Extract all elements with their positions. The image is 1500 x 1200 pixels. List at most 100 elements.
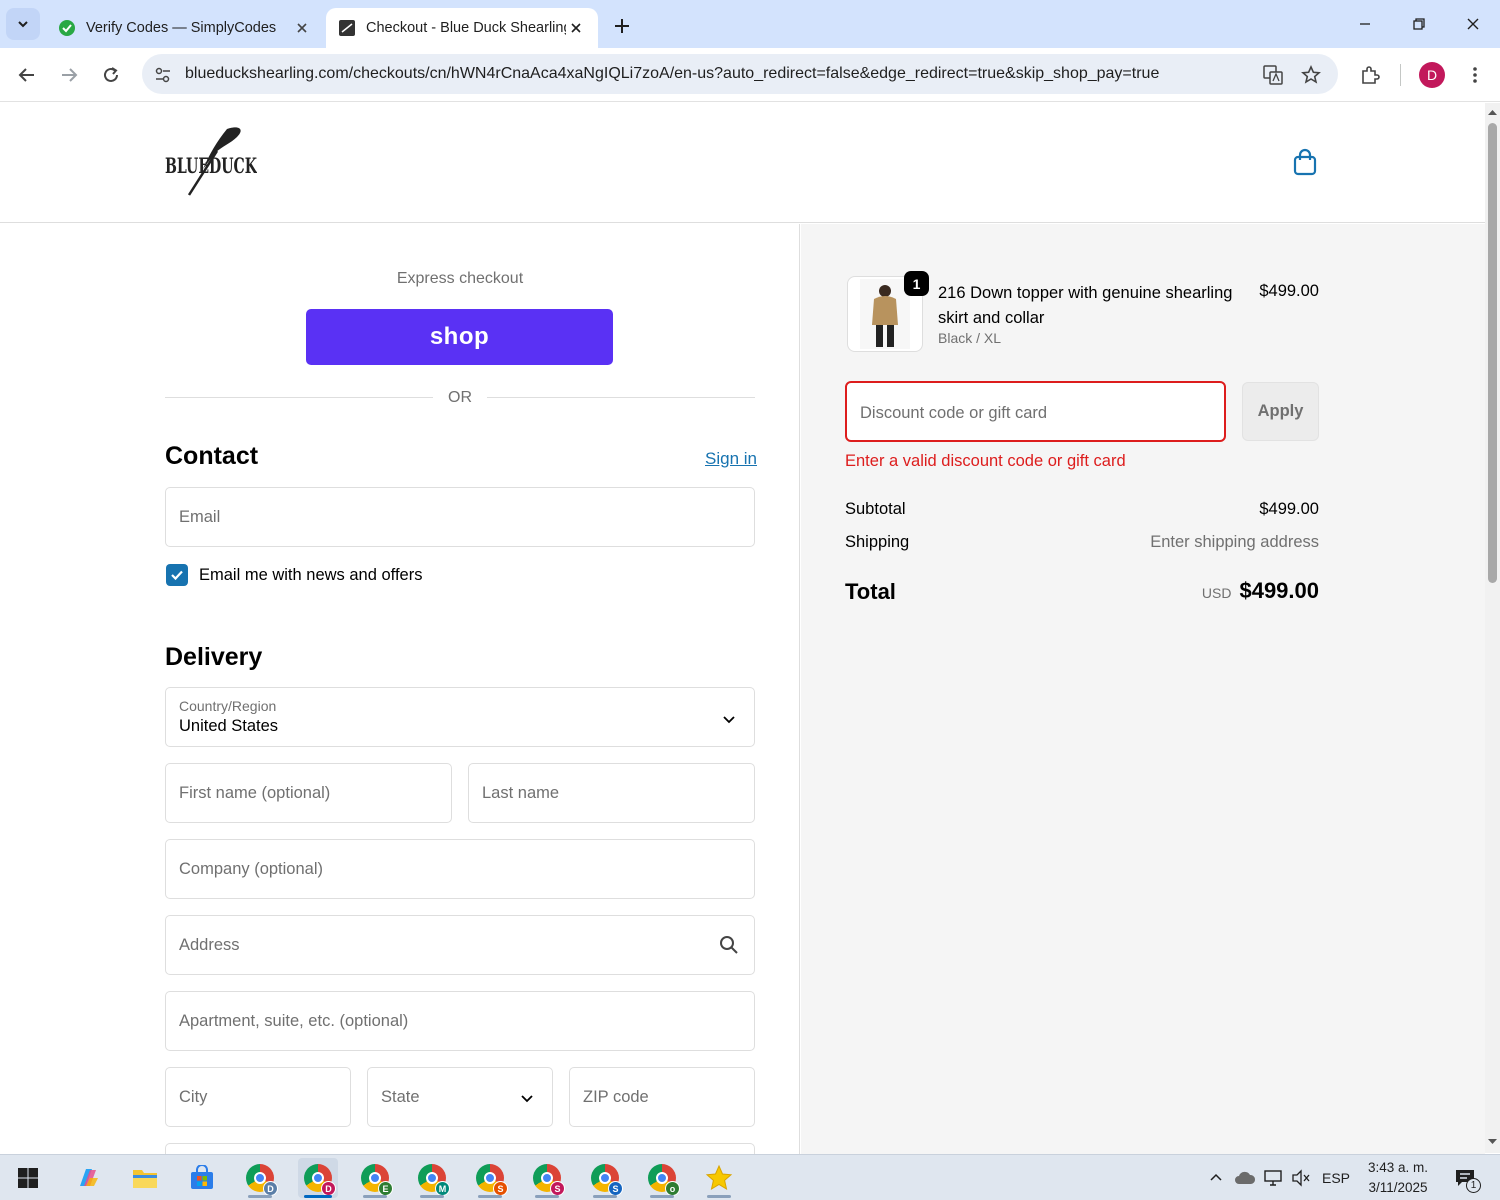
start-button[interactable] [8,1158,48,1198]
divider [165,397,433,398]
scrollbar-thumb[interactable] [1488,123,1497,583]
system-clock[interactable]: 3:43 a. m. 3/11/2025 [1362,1158,1434,1198]
profile-badge: E [378,1181,393,1196]
tab-simplycodes[interactable]: Verify Codes — SimplyCodes [46,8,324,48]
zip-placeholder: ZIP code [583,1088,649,1106]
chrome-profile-app[interactable]: D [240,1158,280,1198]
discount-code-input[interactable]: Discount code or gift card [845,381,1226,442]
subtotal-label: Subtotal [845,500,906,518]
chrome-icon: S [476,1164,508,1196]
tab-search-button[interactable] [6,8,40,40]
newsletter-checkbox[interactable] [166,564,188,586]
sign-in-link[interactable]: Sign in [705,449,757,469]
chrome-profile-app[interactable]: S [585,1158,625,1198]
chrome-profile-app[interactable]: D [298,1158,338,1198]
first-name-field[interactable]: First name (optional) [165,763,452,823]
state-placeholder: State [381,1088,420,1106]
product-price: $499.00 [1259,282,1319,300]
running-indicator [363,1195,387,1198]
reload-button[interactable] [94,58,128,92]
product-name: 216 Down topper with genuine shearling s… [938,284,1233,327]
network-tray-icon[interactable] [1261,1155,1285,1200]
profile-badge: S [493,1181,508,1196]
blueduck-favicon-icon [339,20,355,36]
favorites-app[interactable] [699,1158,739,1198]
logo-wordmark: BLUEDUCK [165,153,257,178]
chrome-profile-app[interactable]: E [355,1158,395,1198]
bookmark-star-icon[interactable] [1298,62,1324,88]
close-tab-icon[interactable] [292,18,312,38]
translate-icon[interactable] [1260,62,1286,88]
chrome-icon: o [648,1164,680,1196]
windows-taskbar: D D E M S S S o ESP 3:43 a. m. 3/11/2025… [0,1154,1500,1200]
email-field[interactable]: Email [165,487,755,547]
shop-pay-button[interactable]: shop [306,309,613,365]
browser-menu-button[interactable] [1458,58,1492,92]
notifications-button[interactable]: 1 [1448,1155,1482,1200]
state-select[interactable]: State [367,1067,553,1127]
volume-tray-icon[interactable] [1289,1155,1313,1200]
city-field[interactable]: City [165,1067,351,1127]
company-field[interactable]: Company (optional) [165,839,755,899]
site-settings-icon[interactable] [150,62,176,88]
minimize-button[interactable] [1342,8,1388,40]
input-language-indicator[interactable]: ESP [1318,1155,1354,1200]
chrome-icon: S [533,1164,565,1196]
back-button[interactable] [10,58,44,92]
newsletter-label[interactable]: Email me with news and offers [199,566,422,585]
express-checkout-label: Express checkout [396,270,524,287]
extensions-button[interactable] [1353,58,1387,92]
new-tab-button[interactable] [608,12,636,40]
tab-checkout[interactable]: Checkout - Blue Duck Shearling [326,8,598,48]
chrome-profile-app[interactable]: S [527,1158,567,1198]
copilot-app[interactable] [68,1158,108,1198]
file-explorer-app[interactable] [125,1158,165,1198]
profile-button[interactable]: D [1415,58,1449,92]
scroll-down-icon[interactable] [1488,1137,1497,1146]
profile-badge: S [550,1181,565,1196]
chrome-icon: S [591,1164,623,1196]
onedrive-tray-icon[interactable] [1232,1155,1258,1200]
toolbar-divider [1400,64,1401,86]
show-hidden-icons-button[interactable] [1205,1155,1227,1200]
page-scrollbar[interactable] [1485,103,1500,1153]
checkmark-icon [171,570,183,581]
chrome-profile-app[interactable]: o [642,1158,682,1198]
running-indicator [248,1195,272,1198]
total-amount: USD $499.00 [1202,578,1319,604]
clock-time: 3:43 a. m. [1367,1160,1429,1175]
url-text: blueduckshearling.com/checkouts/cn/hWN4r… [185,65,1160,82]
address-field[interactable]: Address [165,915,755,975]
chrome-profile-app[interactable]: S [470,1158,510,1198]
profile-badge: D [263,1181,278,1196]
chrome-profile-app[interactable]: M [412,1158,452,1198]
forward-button[interactable] [52,58,86,92]
close-window-button[interactable] [1450,8,1496,40]
running-indicator [593,1195,617,1198]
arrow-left-icon [18,68,34,82]
total-label: Total [845,579,896,604]
chrome-icon: D [304,1164,336,1196]
avatar: D [1419,62,1445,88]
microsoft-store-app[interactable] [182,1158,222,1198]
last-name-field[interactable]: Last name [468,763,755,823]
apartment-field[interactable]: Apartment, suite, etc. (optional) [165,991,755,1051]
zip-field[interactable]: ZIP code [569,1067,755,1127]
browser-toolbar: blueduckshearling.com/checkouts/cn/hWN4r… [0,48,1500,102]
country-select[interactable]: Country/Region United States [165,687,755,747]
profile-badge: S [608,1181,623,1196]
kebab-menu-icon [1473,67,1477,83]
folder-icon [133,1170,157,1188]
restore-button[interactable] [1396,8,1442,40]
chrome-icon: D [246,1164,278,1196]
close-tab-icon[interactable] [566,18,586,38]
apply-discount-button[interactable]: Apply [1242,382,1319,441]
scroll-up-icon[interactable] [1488,108,1497,117]
profile-badge: o [665,1181,680,1196]
address-bar[interactable]: blueduckshearling.com/checkouts/cn/hWN4r… [142,54,1338,94]
running-indicator [650,1195,674,1198]
plus-icon [615,19,629,33]
blueduck-logo[interactable]: BLUEDUCK [165,125,257,197]
shopping-bag-icon[interactable] [1290,147,1320,177]
country-value: United States [179,717,279,735]
